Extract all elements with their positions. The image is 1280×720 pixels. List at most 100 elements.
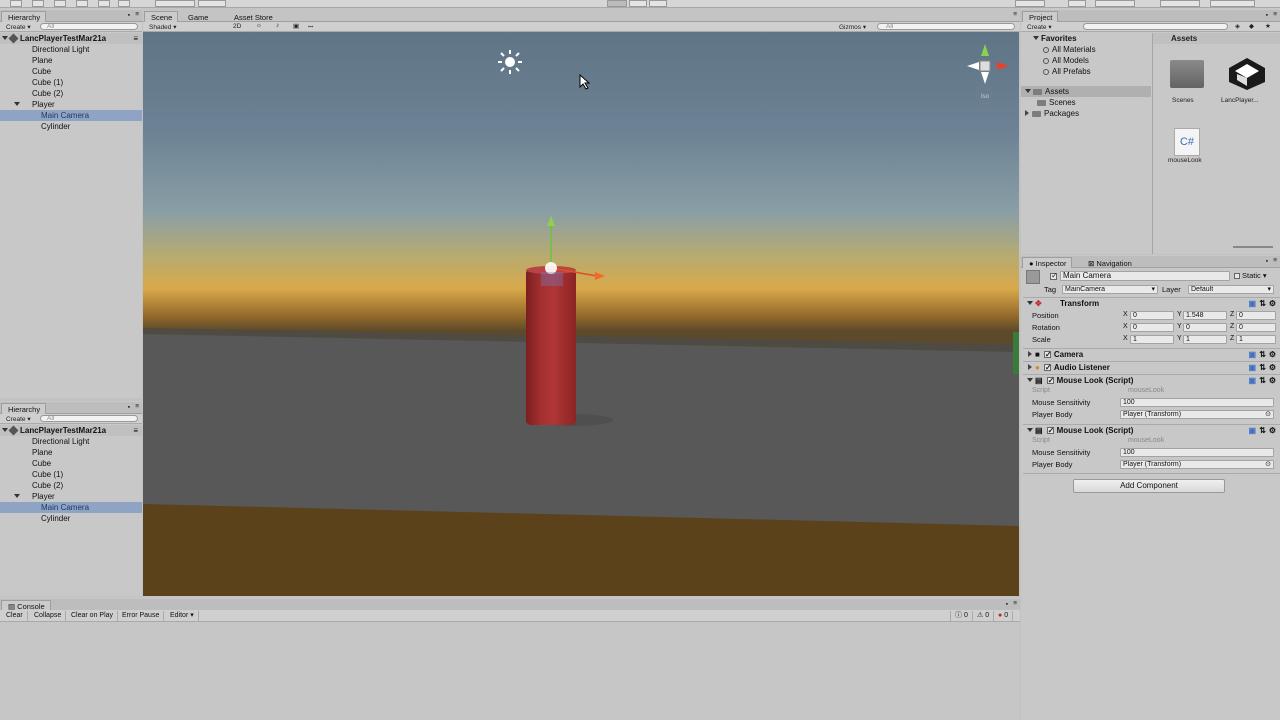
hierarchy-item-main-camera[interactable]: Main Camera [0, 110, 142, 121]
enabled-checkbox[interactable] [1046, 425, 1054, 437]
expand-arrow-icon[interactable] [1027, 428, 1033, 432]
hierarchy-item[interactable]: Cylinder [0, 121, 142, 132]
tab-scene[interactable]: Scene [144, 11, 179, 22]
settings-gear-icon[interactable]: ⚙ [1269, 362, 1276, 374]
lock-icon[interactable]: ▪ [1266, 258, 1268, 265]
console-collapse-button[interactable]: Collapse [30, 611, 67, 621]
help-icon[interactable]: ▣ [1248, 349, 1256, 361]
rect-tool-icon[interactable] [98, 0, 110, 7]
player-body-field[interactable]: Player (Transform) ⊙ [1120, 460, 1274, 469]
collab-button[interactable] [1015, 0, 1045, 7]
preset-icon[interactable]: ⇅ [1259, 375, 1266, 387]
pivot-toggle[interactable] [155, 0, 195, 7]
cylinder-object[interactable] [526, 270, 576, 425]
rotate-tool-icon[interactable] [54, 0, 66, 7]
collapsed-arrow-icon[interactable] [1028, 364, 1032, 370]
lock-icon[interactable]: ▪ [1266, 12, 1268, 19]
move-tool-icon[interactable] [32, 0, 44, 7]
breadcrumb-label[interactable]: Assets [1171, 34, 1197, 43]
favorites-item[interactable]: All Models [1021, 55, 1151, 66]
scale-y-field[interactable]: 1 [1183, 335, 1227, 344]
account-dropdown[interactable] [1095, 0, 1135, 7]
lighting-toggle-icon[interactable]: ☼ [256, 22, 262, 29]
mouse-look-component-header-2[interactable]: ▤ Mouse Look (Script) ▣ ⇅ ⚙ [1023, 424, 1280, 437]
settings-gear-icon[interactable]: ⚙ [1269, 298, 1276, 310]
effects-toggle-icon[interactable]: ▣ [293, 22, 299, 30]
asset-tile[interactable]: C# mouseLook [1167, 128, 1207, 172]
tag-dropdown[interactable]: MainCamera ▾ [1062, 285, 1158, 294]
scene-viewport[interactable]: Iso [143, 32, 1019, 596]
cloud-icon[interactable] [1068, 0, 1086, 7]
preset-icon[interactable]: ⇅ [1259, 349, 1266, 361]
expand-arrow-icon[interactable] [1027, 301, 1033, 305]
settings-gear-icon[interactable]: ⚙ [1269, 425, 1276, 437]
log-count-toggle[interactable]: ⓘ 0 [950, 611, 973, 621]
transform-tool-icon[interactable] [118, 0, 130, 7]
tab-navigation[interactable]: ⊠ Navigation [1081, 257, 1138, 268]
favorite-star-icon[interactable]: ★ [1265, 22, 1271, 30]
asset-tile[interactable]: Scenes [1167, 60, 1207, 110]
filter-type-icon[interactable]: ◈ [1235, 22, 1240, 30]
position-y-field[interactable]: 1.548 [1183, 311, 1227, 320]
shading-dropdown[interactable]: Shaded ▾ [149, 23, 177, 31]
hierarchy-search-input[interactable]: All [40, 23, 138, 30]
tab-asset-store[interactable]: Asset Store [227, 11, 279, 22]
console-clear-on-play-button[interactable]: Clear on Play [67, 611, 119, 621]
object-name-field[interactable]: Main Camera [1060, 271, 1230, 281]
audio-toggle-icon[interactable]: ♪ [276, 22, 279, 29]
scene-root-row[interactable]: LancPlayerTestMar21a ≡ [0, 425, 142, 436]
preset-icon[interactable]: ⇅ [1259, 425, 1266, 437]
favorites-item[interactable]: All Materials [1021, 44, 1151, 55]
project-search-input[interactable] [1083, 23, 1228, 30]
hierarchy-item[interactable]: Cylinder [0, 513, 142, 524]
favorites-item[interactable]: All Prefabs [1021, 66, 1151, 77]
hierarchy-item[interactable]: Cube (2) [0, 480, 142, 491]
play-button[interactable] [607, 0, 627, 7]
panel-menu-icon[interactable]: ≡ [1013, 11, 1017, 18]
hidden-toggle-icon[interactable]: ꟷ [308, 22, 313, 31]
mouse-sensitivity-field[interactable]: 100 [1120, 398, 1274, 407]
audio-listener-component-header[interactable]: ● Audio Listener ▣ ⇅ ⚙ [1023, 361, 1280, 374]
layers-dropdown[interactable] [1160, 0, 1200, 7]
hierarchy-item-main-camera[interactable]: Main Camera [0, 502, 142, 513]
position-z-field[interactable]: 0 [1236, 311, 1276, 320]
hand-tool-icon[interactable] [10, 0, 22, 7]
scene-menu-icon[interactable]: ≡ [133, 33, 138, 44]
assets-folder-row[interactable]: Assets [1021, 86, 1151, 97]
hierarchy-item[interactable]: Cube (2) [0, 88, 142, 99]
pause-button[interactable] [629, 0, 647, 7]
tab-hierarchy[interactable]: Hierarchy [1, 403, 47, 414]
expand-arrow-icon[interactable] [1025, 89, 1031, 93]
scale-x-field[interactable]: 1 [1130, 335, 1174, 344]
camera-component-header[interactable]: ■ Camera ▣ ⇅ ⚙ [1023, 348, 1280, 361]
filter-label-icon[interactable]: ◆ [1249, 22, 1254, 30]
expand-arrow-icon[interactable] [1027, 378, 1033, 382]
settings-gear-icon[interactable]: ⚙ [1269, 349, 1276, 361]
tab-hierarchy[interactable]: Hierarchy [1, 11, 47, 22]
gizmos-dropdown[interactable]: Gizmos ▾ [839, 23, 866, 31]
assets-child-item[interactable]: Scenes [1021, 97, 1151, 108]
scene-menu-icon[interactable]: ≡ [133, 425, 138, 436]
active-checkbox[interactable] [1050, 271, 1058, 280]
icon-size-slider[interactable] [1233, 246, 1273, 248]
scale-tool-icon[interactable] [76, 0, 88, 7]
help-icon[interactable]: ▣ [1248, 362, 1256, 374]
tab-inspector[interactable]: ● Inspector [1022, 257, 1073, 268]
lock-icon[interactable]: ▪ [128, 404, 130, 411]
console-editor-dropdown[interactable]: Editor ▾ [166, 611, 199, 621]
hierarchy-item-player[interactable]: Player [0, 491, 142, 502]
panel-menu-icon[interactable]: ≡ [1273, 11, 1277, 18]
hierarchy-item[interactable]: Cube (1) [0, 77, 142, 88]
scale-z-field[interactable]: 1 [1236, 335, 1276, 344]
preset-icon[interactable]: ⇅ [1259, 362, 1266, 374]
lock-icon[interactable]: ▪ [128, 12, 130, 19]
step-button[interactable] [649, 0, 667, 7]
expand-arrow-icon[interactable] [1033, 36, 1039, 40]
hierarchy-item[interactable]: Cube [0, 66, 142, 77]
hierarchy-item[interactable]: Plane [0, 55, 142, 66]
object-picker-icon[interactable]: ⊙ [1265, 411, 1271, 418]
orientation-gizmo-icon[interactable]: Iso [961, 40, 1013, 100]
hierarchy-item-player[interactable]: Player [0, 99, 142, 110]
rotation-y-field[interactable]: 0 [1183, 323, 1227, 332]
create-dropdown[interactable]: Create ▾ [6, 415, 31, 423]
